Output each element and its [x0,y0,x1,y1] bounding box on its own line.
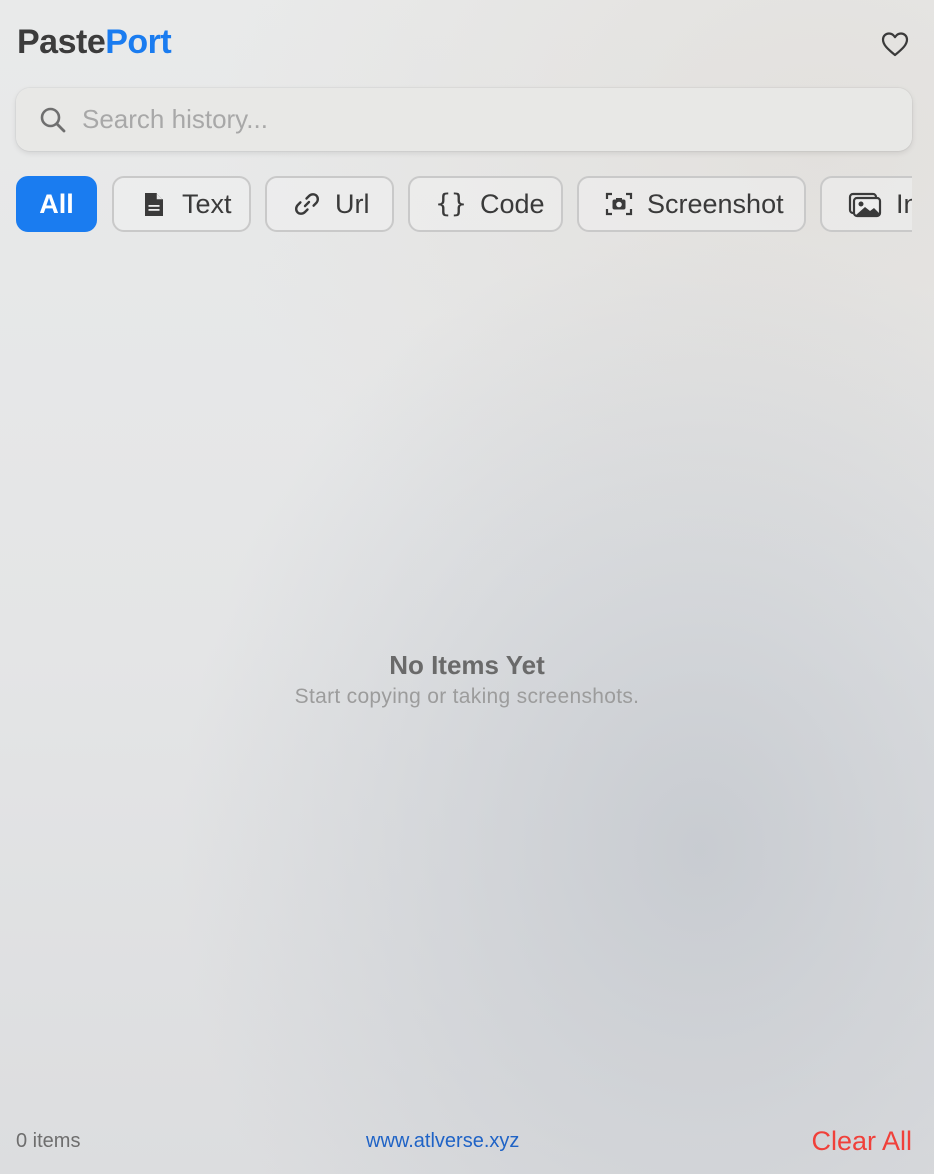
app-title: PastePort [17,22,917,62]
filter-screenshot[interactable]: Screenshot [577,176,806,232]
search-icon [38,105,68,135]
app-title-part1: Paste [17,23,106,61]
filter-text-label: Text [182,188,232,219]
braces-icon: {} [435,189,467,219]
filter-code[interactable]: {} Code [408,176,563,232]
filter-bar: All Text Url {} Code Screenshot In [16,176,912,234]
website-link[interactable]: www.atlverse.xyz [366,1130,519,1153]
link-icon [293,190,321,218]
filter-screenshot-label: Screenshot [647,188,784,219]
document-text-icon [140,190,168,218]
favorites-button[interactable] [881,30,909,58]
filter-url[interactable]: Url [265,176,394,232]
footer: 0 items www.atlverse.xyz Clear All [16,1124,912,1164]
filter-images[interactable]: In [820,176,912,232]
clear-all-button[interactable]: Clear All [811,1126,912,1157]
heart-icon [881,32,909,57]
filter-all-label: All [39,188,74,219]
search-bar[interactable] [16,88,912,151]
header: PastePort [17,22,917,64]
filter-all[interactable]: All [16,176,97,232]
photos-icon [848,190,882,218]
camera-viewfinder-icon [605,190,633,218]
filter-images-label: In [896,188,912,219]
empty-state: No Items Yet Start copying or taking scr… [0,648,934,712]
empty-state-subtitle: Start copying or taking screenshots. [294,685,640,708]
empty-state-title: No Items Yet [389,650,545,680]
app-title-part2: Port [105,23,172,61]
filter-text[interactable]: Text [112,176,251,232]
filter-url-label: Url [335,188,370,219]
filter-code-label: Code [480,188,545,219]
search-input[interactable] [82,99,862,140]
item-count: 0 items [16,1130,81,1152]
